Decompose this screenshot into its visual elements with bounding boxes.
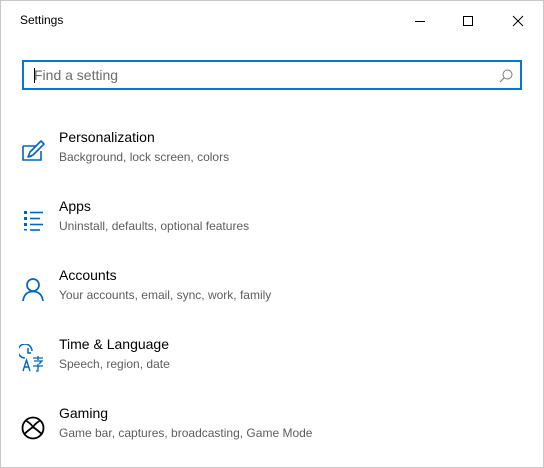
search-box[interactable] (22, 60, 522, 90)
gaming-icon (21, 416, 45, 440)
category-label: Apps (59, 198, 91, 214)
personalization-icon (22, 140, 45, 161)
category-apps[interactable]: Apps Uninstall, defaults, optional featu… (15, 198, 515, 250)
category-description: Uninstall, defaults, optional features (59, 219, 250, 233)
close-button[interactable] (495, 1, 541, 41)
category-label: Personalization (59, 129, 155, 145)
close-icon (512, 15, 524, 27)
apps-icon (24, 211, 43, 231)
category-label: Time & Language (59, 336, 169, 352)
time-language-icon (19, 344, 44, 372)
category-accounts[interactable]: Accounts Your accounts, email, sync, wor… (15, 267, 515, 319)
minimize-icon (415, 21, 425, 22)
settings-window: Settings Find a setting Personalization … (0, 0, 544, 468)
search-input[interactable] (34, 62, 494, 88)
maximize-button[interactable] (445, 1, 491, 41)
search-icon[interactable] (498, 68, 514, 84)
accounts-icon (22, 278, 44, 302)
category-label: Gaming (59, 405, 109, 421)
category-description: Background, lock screen, colors (59, 150, 230, 164)
category-personalization[interactable]: Personalization Background, lock screen,… (15, 129, 515, 181)
window-title: Settings (20, 13, 64, 27)
category-description: Game bar, captures, broadcasting, Game M… (59, 426, 313, 440)
category-label: Accounts (59, 267, 117, 283)
category-gaming[interactable]: Gaming Game bar, captures, broadcasting,… (15, 405, 515, 457)
category-time-language[interactable]: Time & Language Speech, region, date (15, 336, 515, 388)
maximize-icon (463, 16, 473, 26)
text-caret (34, 68, 35, 83)
category-description: Your accounts, email, sync, work, family (59, 288, 272, 302)
minimize-button[interactable] (397, 1, 443, 41)
title-bar: Settings (1, 1, 543, 41)
category-description: Speech, region, date (59, 357, 170, 371)
